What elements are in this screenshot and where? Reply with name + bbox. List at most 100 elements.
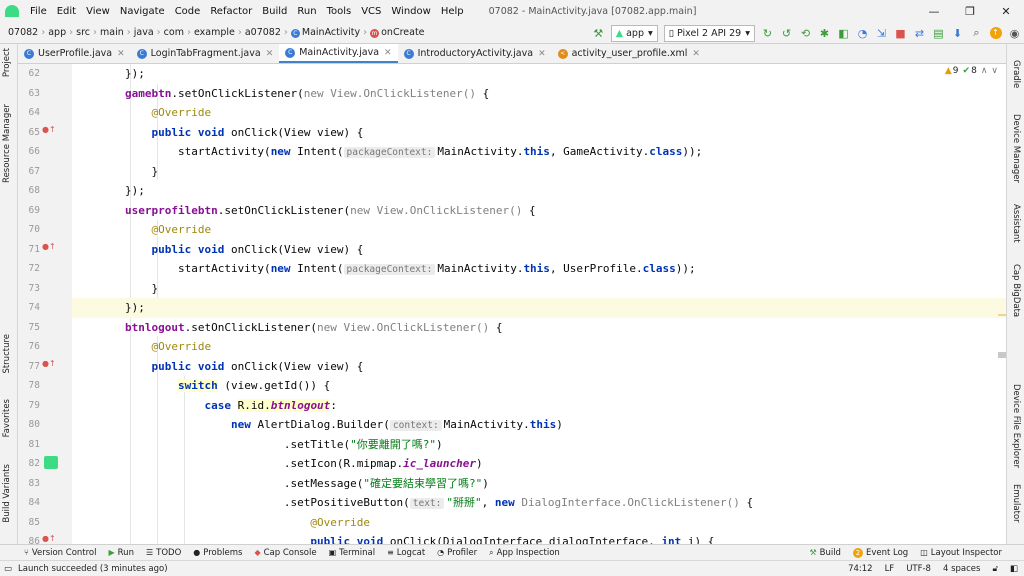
tool-label: Terminal [339,547,376,558]
breadcrumb-com[interactable]: com [161,27,187,38]
tab-mainactivity[interactable]: C MainActivity.java ✕ [279,44,398,63]
menu-build[interactable]: Build [257,6,292,17]
close-tab-icon[interactable]: ✕ [384,48,392,58]
search-icon[interactable]: ⌕ [967,24,986,42]
breadcrumb-src[interactable]: src [73,27,93,38]
menu-navigate[interactable]: Navigate [115,6,170,17]
override-marker-icon[interactable]: ●↑ [42,534,56,543]
avd-manager-icon[interactable]: ▤ [929,24,948,42]
left-tool-strip: Project Resource Manager Structure Favor… [0,44,18,544]
menu-tools[interactable]: Tools [322,6,357,17]
device-select[interactable]: ▯ Pixel 2 API 29 ▾ [663,24,755,42]
cap-console-tool[interactable]: ◆ Cap Console [248,548,322,558]
breadcrumb-class[interactable]: C MainActivity [288,27,363,38]
apply-changes-icon[interactable]: ↺ [777,24,796,42]
profile-icon[interactable]: ◔ [853,24,872,42]
build-tool[interactable]: ⚒ Build [803,548,847,558]
menu-help[interactable]: Help [436,6,469,17]
chevron-down-icon[interactable]: ∨ [991,66,998,76]
tab-introductoryactivity[interactable]: C IntroductoryActivity.java ✕ [398,44,552,63]
menu-vcs[interactable]: VCS [356,6,386,17]
debug-icon[interactable]: ✱ [815,24,834,42]
todo-tool[interactable]: ☰ TODO [140,548,187,558]
status-message[interactable]: Launch succeeded (3 minutes ago) [18,564,173,574]
event-log-tool[interactable]: 2 Event Log [847,547,914,558]
tab-userprofile[interactable]: C UserProfile.java ✕ [18,44,131,63]
attach-debugger-icon[interactable]: ⇲ [872,24,891,42]
make-project-icon[interactable]: ⚒ [589,24,608,42]
sdk-manager-icon[interactable]: ⬇ [948,24,967,42]
breadcrumb-method[interactable]: m onCreate [367,27,427,38]
editor-tabs: C UserProfile.java ✕ C LoginTabFragment.jav… [18,44,1006,64]
device-file-explorer-tool-tab[interactable]: Device File Explorer [1011,384,1021,468]
project-tool-tab[interactable]: Project [2,48,12,77]
code-line: .setTitle("你要離開了嗎?") [72,437,443,451]
minimize-button[interactable]: — [916,0,952,22]
user-icon[interactable]: ◉ [1005,24,1024,42]
code-editor[interactable]: }); gamebtn.setOnClickListener(new View.… [72,64,1006,544]
string-literal: "你要離開了嗎?" [350,437,437,451]
emulator-tool-tab[interactable]: Emulator [1011,484,1021,523]
layout-inspector-tool[interactable]: ◫ Layout Inspector [914,548,1024,558]
gradle-tool-tab[interactable]: Gradle [1011,60,1021,88]
param-hint: context: [389,420,442,431]
file-encoding[interactable]: UTF-8 [900,564,937,574]
indent-setting[interactable]: 4 spaces [937,564,986,574]
breadcrumb-java[interactable]: java [131,27,157,38]
menu-edit[interactable]: Edit [52,6,81,17]
run-tool[interactable]: ▶ Run [103,548,140,558]
launcher-icon[interactable] [44,456,58,469]
override-marker-icon[interactable]: ●↑ [42,125,56,134]
tool-label: Event Log [865,547,909,558]
problems-tool[interactable]: ● Problems [187,548,248,558]
caret-position[interactable]: 74:12 [842,564,879,574]
logcat-tool[interactable]: ≡ Logcat [381,548,431,558]
memory-indicator-icon[interactable]: ◧ [1004,564,1024,574]
breadcrumb-app[interactable]: app [45,27,69,38]
coverage-icon[interactable]: ◧ [834,24,853,42]
lock-icon[interactable]: 🔓︎ [986,564,1004,574]
menu-window[interactable]: Window [386,6,435,17]
rerun-icon[interactable]: ↻ [758,24,777,42]
terminal-tool[interactable]: ▣ Terminal [323,548,381,558]
close-window-button[interactable]: ✕ [988,0,1024,22]
profiler-tool[interactable]: ◔ Profiler [431,548,483,558]
close-tab-icon[interactable]: ✕ [117,49,125,59]
override-marker-icon[interactable]: ●↑ [42,359,56,368]
breadcrumb-example[interactable]: example [191,27,238,38]
tab-activity-user-profile-xml[interactable]: < activity_user_profile.xml ✕ [552,44,706,63]
device-manager-tool-tab[interactable]: Device Manager [1011,114,1021,183]
breadcrumb-package[interactable]: a07082 [242,27,284,38]
app-inspection-tool[interactable]: ⌕ App Inspection [483,548,566,558]
assistant-tool-tab[interactable]: Assistant [1011,204,1021,243]
param-hint: text: [409,498,445,509]
menu-view[interactable]: View [81,6,115,17]
update-icon[interactable]: ↑ [986,24,1005,42]
sync-gradle-icon[interactable]: ⇄ [910,24,929,42]
menu-run[interactable]: Run [292,6,321,17]
chevron-up-icon[interactable]: ∧ [981,66,988,76]
menu-file[interactable]: File [25,6,52,17]
favorites-tool-tab[interactable]: Favorites [2,399,12,437]
close-tab-icon[interactable]: ✕ [692,49,700,59]
apply-code-changes-icon[interactable]: ⟲ [796,24,815,42]
override-marker-icon[interactable]: ●↑ [42,242,56,251]
breadcrumb-main[interactable]: main [97,27,127,38]
menu-code[interactable]: Code [170,6,206,17]
tab-logintabfragment[interactable]: C LoginTabFragment.java ✕ [131,44,280,63]
maximize-button[interactable]: ❐ [952,0,988,22]
menu-refactor[interactable]: Refactor [205,6,257,17]
code-line: startActivity(new Intent(packageContext:… [72,145,703,158]
breadcrumb-project[interactable]: 07082 [0,27,41,38]
inspection-widget[interactable]: ▲ 9 ✔ 8 ∧ ∨ [945,66,998,76]
close-tab-icon[interactable]: ✕ [538,49,546,59]
resource-manager-tool-tab[interactable]: Resource Manager [2,104,12,183]
line-separator[interactable]: LF [879,564,901,574]
version-control-tool[interactable]: ⑂ Version Control [0,548,103,558]
run-config-select[interactable]: ▲ app ▾ [610,24,658,42]
stop-icon[interactable]: ■ [891,24,910,42]
structure-tool-tab[interactable]: Structure [2,334,12,374]
build-variants-tool-tab[interactable]: Build Variants [2,464,12,523]
cap-bigdata-tool-tab[interactable]: Cap BigData [1011,264,1021,317]
close-tab-icon[interactable]: ✕ [266,49,274,59]
